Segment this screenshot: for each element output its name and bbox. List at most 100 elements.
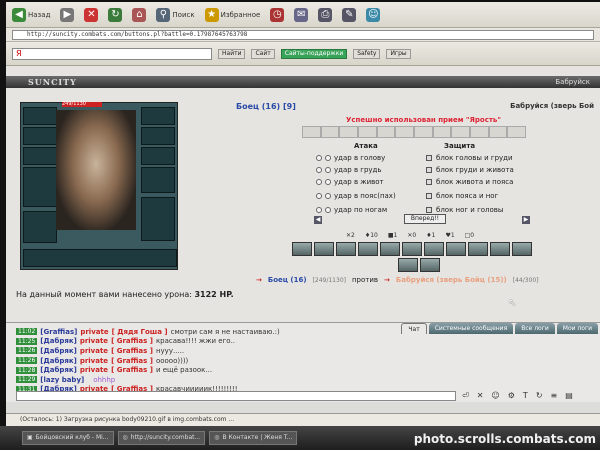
chat-message-recipient[interactable]: [ Graffias ]: [111, 357, 153, 365]
radio-button[interactable]: [316, 193, 322, 199]
technique-slot[interactable]: [320, 126, 340, 138]
technique-slot[interactable]: [358, 126, 377, 138]
skill-icon[interactable]: [314, 242, 334, 256]
chat-message-nick[interactable]: [Дабряк]: [40, 366, 77, 374]
messenger-icon[interactable]: ☺: [366, 7, 381, 22]
defense-option[interactable]: блок живота и пояса: [426, 178, 513, 186]
site-button[interactable]: Сайт: [251, 48, 275, 59]
skill-icon[interactable]: [380, 242, 400, 256]
back-button[interactable]: ◀ Назад: [12, 7, 50, 22]
radio-button[interactable]: [316, 167, 322, 173]
menu-icon[interactable]: ▤: [565, 391, 573, 400]
chat-message-recipient[interactable]: [ Graffias ]: [111, 347, 153, 355]
equipment-slot[interactable]: [23, 107, 57, 125]
send-icon[interactable]: ⏎: [462, 391, 469, 400]
equipment-slot[interactable]: [23, 249, 177, 267]
print-icon[interactable]: ⎙: [318, 7, 333, 22]
filter-icon[interactable]: ⚙: [508, 391, 515, 400]
technique-slot[interactable]: [507, 126, 527, 138]
tab-chat[interactable]: Чат: [401, 323, 427, 334]
tab-system-messages[interactable]: Системные сообщения: [428, 323, 514, 334]
taskbar-item[interactable]: ◎ http://suncity.combat...: [117, 431, 206, 445]
technique-slot[interactable]: [451, 126, 471, 138]
skill-icon[interactable]: [358, 242, 378, 256]
taskbar-item[interactable]: ▣ Бойцовский клуб - Mi...: [22, 431, 114, 445]
tab-all-logs[interactable]: Все логи: [515, 323, 555, 334]
skill-icon[interactable]: [468, 242, 488, 256]
refresh-chat-icon[interactable]: ↻: [536, 391, 543, 400]
checkbox[interactable]: [426, 167, 432, 173]
search-button[interactable]: ⚲ Поиск: [156, 7, 195, 22]
equipment-slot[interactable]: [141, 167, 175, 193]
chat-message-time[interactable]: 11:02: [16, 328, 38, 336]
checkbox[interactable]: [426, 193, 432, 199]
tab-my-logs[interactable]: Мои логи: [556, 323, 598, 334]
attack-option[interactable]: удар в голову: [316, 154, 385, 162]
radio-button[interactable]: [316, 207, 322, 213]
checkbox[interactable]: [426, 155, 432, 161]
defense-option[interactable]: блок головы и груди: [426, 154, 513, 162]
equipment-slot[interactable]: [141, 197, 175, 241]
chat-message-recipient[interactable]: [ Graffias ]: [111, 366, 153, 374]
chat-message-time[interactable]: 11:29: [16, 376, 38, 384]
chat-message-nick[interactable]: [Дабряк]: [40, 337, 77, 345]
attack-option[interactable]: удар по ногам: [316, 206, 387, 214]
taskbar-item[interactable]: ◎ В Контакте | Женя T...: [209, 431, 298, 445]
list-icon[interactable]: ≡: [551, 391, 558, 400]
skill-icon[interactable]: [420, 258, 440, 272]
technique-slot[interactable]: [395, 126, 415, 138]
attack-option[interactable]: удар в пояс(пах): [316, 192, 396, 200]
chat-input[interactable]: [16, 391, 456, 401]
favorites-button[interactable]: ★ Избранное: [204, 7, 260, 22]
equipment-slot[interactable]: [23, 167, 57, 207]
radio-button[interactable]: [325, 155, 331, 161]
equipment-slot[interactable]: [141, 127, 175, 145]
find-button[interactable]: Найти: [218, 48, 246, 59]
go-button[interactable]: Вперед!!: [404, 214, 446, 224]
technique-slot[interactable]: [339, 126, 359, 138]
chat-message-time[interactable]: 11:28: [16, 366, 38, 374]
defense-option[interactable]: блок пояса и ног: [426, 192, 498, 200]
technique-slot[interactable]: [414, 126, 433, 138]
radio-button[interactable]: [316, 179, 322, 185]
search-input[interactable]: Я: [12, 47, 212, 60]
chat-message-time[interactable]: 11:26: [16, 347, 38, 355]
chat-message-nick[interactable]: [Дабряк]: [40, 357, 77, 365]
technique-slot[interactable]: [432, 126, 452, 138]
translit-icon[interactable]: T: [523, 391, 528, 400]
chat-message-time[interactable]: 11:26: [16, 357, 38, 365]
support-sites-button[interactable]: Сайты-поддержки: [280, 48, 348, 59]
technique-slot[interactable]: [376, 126, 396, 138]
equipment-slot[interactable]: [141, 107, 175, 125]
checkbox[interactable]: [426, 179, 432, 185]
technique-slot[interactable]: [488, 126, 508, 138]
games-button[interactable]: Игры: [386, 48, 411, 59]
defense-option[interactable]: блок ног и головы: [426, 206, 503, 214]
equipment-slot[interactable]: [141, 147, 175, 165]
equipment-slot[interactable]: [23, 211, 57, 243]
edit-icon[interactable]: ✎: [342, 7, 357, 22]
skill-icon[interactable]: [512, 242, 532, 256]
chat-message-nick[interactable]: [Graffias]: [40, 328, 77, 336]
clear-icon[interactable]: ✕: [477, 391, 484, 400]
radio-button[interactable]: [325, 179, 331, 185]
radio-button[interactable]: [316, 155, 322, 161]
chat-message-nick[interactable]: [lazy baby]: [40, 376, 84, 384]
equipment-slot[interactable]: [23, 127, 57, 145]
right-arrow-icon[interactable]: ▶: [522, 216, 530, 224]
chat-message-nick[interactable]: [Дабряк]: [40, 347, 77, 355]
chat-message-recipient[interactable]: [ Дядя Гоша ]: [112, 328, 168, 336]
home-icon[interactable]: ⌂: [132, 7, 147, 22]
skill-icon[interactable]: [402, 242, 422, 256]
history-icon[interactable]: ◷: [270, 7, 285, 22]
attack-option[interactable]: удар в грудь: [316, 166, 382, 174]
skill-icon[interactable]: [292, 242, 312, 256]
address-input[interactable]: http://suncity.combats.com/buttons.pl?ba…: [12, 29, 594, 40]
skill-icon[interactable]: [446, 242, 466, 256]
enemy-name[interactable]: Бабруйся (зверь Бойц (15)): [396, 276, 507, 284]
skill-icon[interactable]: [424, 242, 444, 256]
skill-icon[interactable]: [490, 242, 510, 256]
mail-icon[interactable]: ✉: [294, 7, 309, 22]
equipment-slot[interactable]: [23, 147, 57, 165]
radio-button[interactable]: [325, 207, 331, 213]
